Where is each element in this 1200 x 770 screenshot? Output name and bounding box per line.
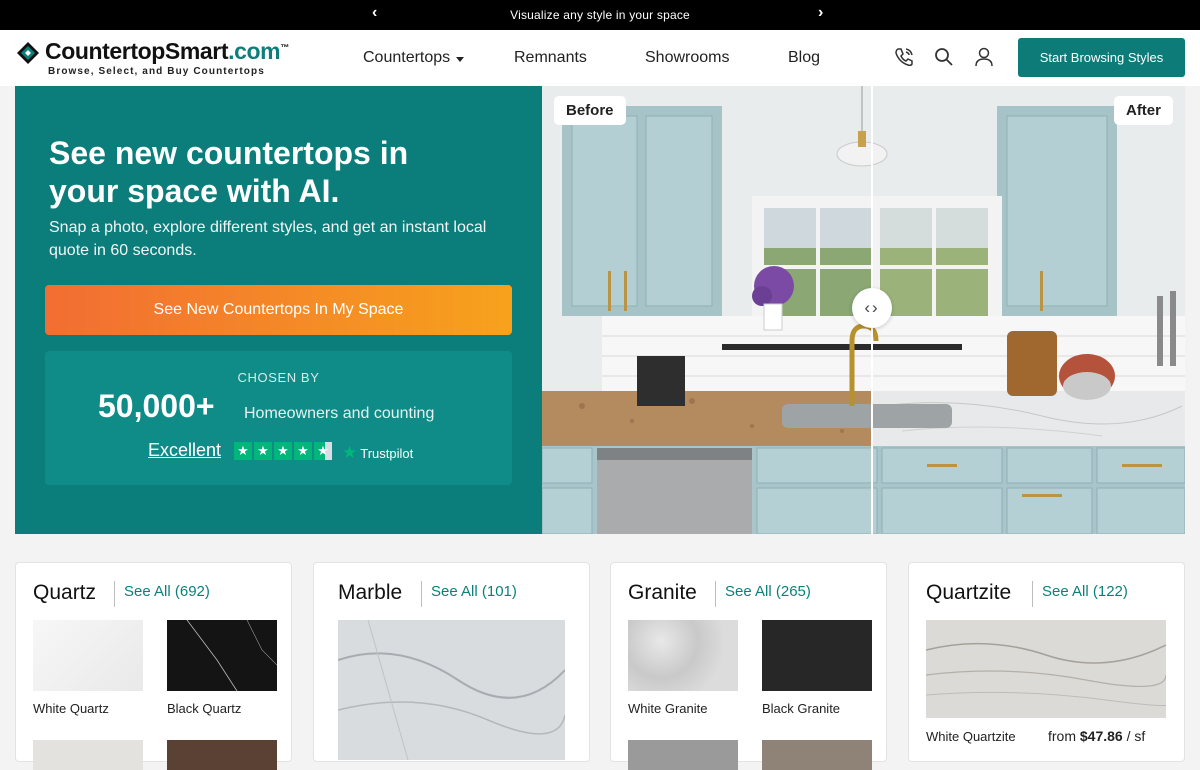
- user-account-icon[interactable]: [973, 46, 995, 68]
- white-quartzite-swatch[interactable]: [926, 620, 1166, 718]
- star-icon: ★: [234, 442, 252, 460]
- star-half-icon: ★: [314, 442, 332, 460]
- announcement-next-arrow[interactable]: ›: [818, 4, 823, 22]
- quartz-swatch[interactable]: [33, 740, 143, 770]
- before-after-comparison[interactable]: Before After ‹›: [542, 86, 1185, 534]
- star-icon: ★: [294, 442, 312, 460]
- logo-wordmark: CountertopSmart.com™: [45, 38, 289, 64]
- marble-veins: [338, 620, 565, 760]
- see-countertops-in-my-space-button[interactable]: See New Countertops In My Space: [45, 285, 512, 335]
- site-header: CountertopSmart.com™ Browse, Select, and…: [0, 30, 1200, 86]
- trustpilot-rating-link[interactable]: Excellent: [148, 440, 221, 461]
- granite-swatch[interactable]: [628, 740, 738, 770]
- trustpilot-stars: ★ ★ ★ ★ ★: [234, 442, 332, 460]
- white-quartzite-label[interactable]: White Quartzite: [926, 729, 1016, 744]
- social-proof-box: CHOSEN BY 50,000+ Homeowners and countin…: [45, 351, 512, 485]
- comparison-slider-handle[interactable]: ‹›: [852, 288, 892, 328]
- before-label: Before: [554, 96, 626, 125]
- hero-subtitle: Snap a photo, explore different styles, …: [49, 219, 487, 259]
- see-all-granite-link[interactable]: See All (265): [725, 583, 811, 600]
- title-divider: [114, 581, 115, 607]
- hero-section: See new countertops in your space with A…: [15, 86, 1185, 534]
- granite-swatch[interactable]: [762, 740, 872, 770]
- title-divider: [1032, 581, 1033, 607]
- category-title: Marble: [338, 581, 403, 604]
- chevron-down-icon: [456, 56, 465, 62]
- trustpilot-logo: ★ Trustpilot: [342, 443, 414, 462]
- star-icon: ★: [254, 442, 272, 460]
- category-card-quartz: Quartz See All (692) White Quartz Black …: [15, 562, 292, 770]
- see-all-quartz-link[interactable]: See All (692): [124, 583, 210, 600]
- logo-diamond-icon: [17, 42, 39, 64]
- black-quartz-swatch[interactable]: [167, 620, 277, 691]
- title-divider: [421, 581, 422, 607]
- site-logo[interactable]: CountertopSmart.com™ Browse, Select, and…: [15, 38, 315, 80]
- black-granite-swatch[interactable]: [762, 620, 872, 691]
- black-quartz-label[interactable]: Black Quartz: [167, 701, 241, 716]
- category-title: Quartz: [33, 581, 97, 604]
- category-title: Quartzite: [926, 581, 1012, 604]
- nav-showrooms[interactable]: Showrooms: [645, 30, 729, 86]
- see-all-marble-link[interactable]: See All (101): [431, 583, 517, 600]
- see-all-quartzite-link[interactable]: See All (122): [1042, 583, 1128, 600]
- homeowner-count-subtitle: Homeowners and counting: [244, 405, 435, 422]
- phone-icon[interactable]: [893, 46, 915, 68]
- announcement-prev-arrow[interactable]: ‹: [372, 4, 377, 22]
- category-card-quartzite: Quartzite See All (122) White Quartzite …: [908, 562, 1185, 762]
- homeowner-count: 50,000+: [98, 388, 215, 424]
- chosen-by-label: CHOSEN BY: [237, 370, 320, 385]
- white-granite-label[interactable]: White Granite: [628, 701, 707, 716]
- quartzite-veins: [926, 642, 1166, 707]
- quartz-swatch[interactable]: [167, 740, 277, 770]
- white-quartz-swatch[interactable]: [33, 620, 143, 691]
- star-icon: ★: [274, 442, 292, 460]
- white-granite-swatch[interactable]: [628, 620, 738, 691]
- search-icon[interactable]: [933, 46, 955, 68]
- hero-panel: See new countertops in your space with A…: [15, 86, 542, 534]
- announcement-bar: ‹ Visualize any style in your space ›: [0, 0, 1200, 30]
- nav-countertops[interactable]: Countertops: [363, 30, 465, 86]
- black-quartz-veins: [186, 620, 277, 691]
- announcement-message: Visualize any style in your space: [510, 8, 690, 22]
- start-browsing-button[interactable]: Start Browsing Styles: [1018, 38, 1185, 77]
- hero-title: See new countertops in your space with A…: [49, 135, 409, 209]
- black-granite-label[interactable]: Black Granite: [762, 701, 840, 716]
- quartzite-price: from $47.86 / sf: [1048, 728, 1146, 744]
- white-quartz-label[interactable]: White Quartz: [33, 701, 109, 716]
- category-card-marble: Marble See All (101): [313, 562, 590, 762]
- title-divider: [715, 581, 716, 607]
- nav-blog[interactable]: Blog: [788, 30, 820, 86]
- category-card-granite: Granite See All (265) White Granite Blac…: [610, 562, 887, 770]
- after-label: After: [1113, 96, 1173, 125]
- marble-swatch[interactable]: [338, 620, 565, 760]
- category-title: Granite: [628, 581, 697, 604]
- logo-tagline: Browse, Select, and Buy Countertops: [48, 66, 265, 77]
- trustpilot-star-icon: ★: [342, 443, 358, 462]
- nav-remnants[interactable]: Remnants: [514, 30, 587, 86]
